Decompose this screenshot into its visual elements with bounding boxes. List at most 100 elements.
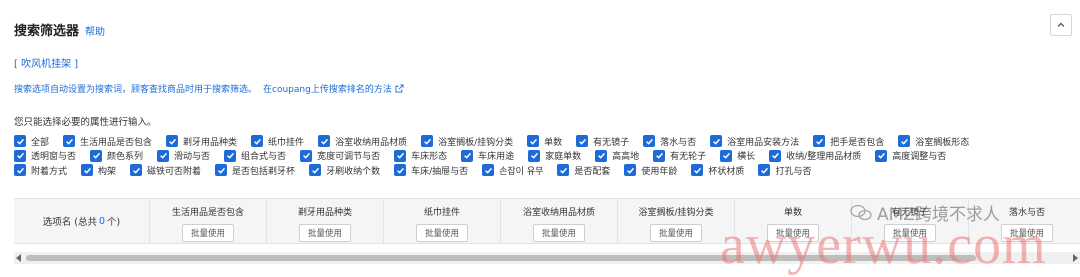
- attribute-checkbox[interactable]: 宽度可调节与否: [300, 149, 380, 163]
- collapse-button[interactable]: [1050, 14, 1072, 36]
- attribute-checkbox[interactable]: 杯状材质: [691, 163, 744, 177]
- checkbox-checked-icon[interactable]: [300, 149, 313, 162]
- attribute-label: 附着方式: [31, 166, 68, 177]
- attribute-checkbox[interactable]: 浴室用品安装方法: [710, 134, 799, 148]
- attribute-checkbox[interactable]: 浴室搁板/挂钩分类: [421, 134, 513, 148]
- checkbox-checked-icon[interactable]: [720, 149, 733, 162]
- column-name: 生活用品是否包含: [171, 208, 244, 218]
- attribute-checkbox[interactable]: 透明窗与否: [14, 149, 76, 163]
- attribute-checkbox[interactable]: 滑动与否: [157, 149, 210, 163]
- attribute-checkbox[interactable]: 全部: [14, 134, 49, 148]
- attribute-checkbox[interactable]: 磁铁可否附着: [130, 163, 201, 177]
- attribute-checkbox[interactable]: 有无镜子: [576, 134, 629, 148]
- attribute-checkbox[interactable]: 附着方式: [14, 163, 67, 177]
- checkbox-checked-icon[interactable]: [166, 135, 179, 148]
- attribute-checkbox[interactable]: 车床形态: [394, 149, 447, 163]
- attribute-checkbox[interactable]: 손잡이 유무: [482, 163, 543, 177]
- checkbox-checked-icon[interactable]: [576, 135, 589, 148]
- checkbox-checked-icon[interactable]: [90, 149, 103, 162]
- option-name-header: 选项名 (总共 0 个): [14, 199, 150, 243]
- checkbox-checked-icon[interactable]: [691, 164, 704, 177]
- checkbox-checked-icon[interactable]: [527, 135, 540, 148]
- attribute-checkbox[interactable]: 落水与否: [643, 134, 696, 148]
- scroll-right-arrow-icon[interactable]: [1073, 254, 1078, 262]
- checkbox-checked-icon[interactable]: [14, 149, 26, 162]
- batch-use-button[interactable]: 批量使用: [649, 224, 702, 242]
- checkbox-checked-icon[interactable]: [813, 135, 826, 148]
- checkbox-checked-icon[interactable]: [309, 164, 322, 177]
- attribute-checkbox[interactable]: 有无轮子: [653, 149, 706, 163]
- checkbox-checked-icon[interactable]: [482, 164, 495, 177]
- checkbox-checked-icon[interactable]: [224, 149, 237, 162]
- attribute-checkbox[interactable]: 纸巾挂件: [251, 134, 304, 148]
- attribute-checkbox[interactable]: 把手是否包含: [813, 134, 884, 148]
- attribute-label: 손잡이 유무: [499, 166, 544, 177]
- attribute-label: 构架: [98, 166, 117, 177]
- attribute-label: 全部: [31, 137, 50, 148]
- checkbox-checked-icon[interactable]: [394, 149, 407, 162]
- option-column-header: 生活用品是否包含批量使用: [150, 199, 267, 243]
- checkbox-checked-icon[interactable]: [653, 149, 666, 162]
- attribute-checkbox[interactable]: 横长: [720, 149, 755, 163]
- attribute-checkbox[interactable]: 牙刷收纳个数: [309, 163, 380, 177]
- attribute-checkbox[interactable]: 使用年龄: [624, 163, 677, 177]
- checkbox-checked-icon[interactable]: [81, 164, 94, 177]
- checkbox-checked-icon[interactable]: [595, 149, 608, 162]
- attribute-checkbox[interactable]: 高高地: [595, 149, 639, 163]
- option-name-label: 选项名 (总共: [42, 217, 97, 228]
- checkbox-checked-icon[interactable]: [318, 135, 331, 148]
- checkbox-checked-icon[interactable]: [421, 135, 434, 148]
- checkbox-checked-icon[interactable]: [215, 164, 228, 177]
- attribute-checkbox[interactable]: 高度调整与否: [875, 149, 946, 163]
- search-hint-text: 搜索选项自动设置为搜索词，顾客查找商品时用于搜索筛选。: [14, 85, 258, 95]
- batch-use-button[interactable]: 批量使用: [298, 224, 351, 242]
- attribute-label: 组合式与否: [241, 152, 287, 163]
- checkbox-checked-icon[interactable]: [461, 149, 474, 162]
- attribute-checkbox[interactable]: 是否配套: [557, 163, 610, 177]
- attribute-checkbox[interactable]: 组合式与否: [224, 149, 286, 163]
- attribute-label: 宽度可调节与否: [317, 152, 381, 163]
- attribute-checkbox[interactable]: 单数: [527, 134, 562, 148]
- attribute-checkbox[interactable]: 打孔与否: [758, 163, 811, 177]
- option-count-suffix: 个): [107, 217, 121, 228]
- attribute-checkbox[interactable]: 生活用品是否包含: [63, 134, 152, 148]
- attribute-label: 落水与否: [660, 137, 697, 148]
- checkbox-checked-icon[interactable]: [394, 164, 407, 177]
- batch-use-button[interactable]: 批量使用: [532, 224, 585, 242]
- attribute-checkbox[interactable]: 家庭单数: [528, 149, 581, 163]
- attribute-checkbox[interactable]: 浴室收纳用品材质: [318, 134, 407, 148]
- checkbox-checked-icon[interactable]: [557, 164, 570, 177]
- page-title: 搜索筛选器: [14, 24, 80, 39]
- scroll-left-arrow-icon[interactable]: [16, 254, 21, 262]
- batch-use-button[interactable]: 批量使用: [415, 224, 468, 242]
- checkbox-checked-icon[interactable]: [14, 135, 26, 148]
- checkbox-checked-icon[interactable]: [898, 135, 911, 148]
- batch-use-button[interactable]: 批量使用: [181, 224, 234, 242]
- checkbox-checked-icon[interactable]: [528, 149, 541, 162]
- attribute-checkbox[interactable]: 构架: [81, 163, 116, 177]
- checkbox-checked-icon[interactable]: [130, 164, 143, 177]
- checkbox-checked-icon[interactable]: [624, 164, 637, 177]
- checkbox-checked-icon[interactable]: [643, 135, 656, 148]
- checkbox-checked-icon[interactable]: [710, 135, 723, 148]
- attribute-checkbox[interactable]: 是否包括剃牙杯: [215, 163, 295, 177]
- attribute-checkbox[interactable]: 颜色系列: [90, 149, 143, 163]
- attribute-checkbox[interactable]: 收纳/整理用品材质: [769, 149, 861, 163]
- checkbox-checked-icon[interactable]: [157, 149, 170, 162]
- attribute-checkbox[interactable]: 浴室搁板形态: [898, 134, 969, 148]
- checkbox-checked-icon[interactable]: [14, 164, 26, 177]
- attribute-label: 车床形态: [411, 152, 448, 163]
- upload-method-link-text: 在coupang上传搜索排名的方法: [263, 85, 392, 95]
- checkbox-checked-icon[interactable]: [63, 135, 76, 148]
- upload-method-link[interactable]: 在coupang上传搜索排名的方法: [263, 82, 404, 95]
- checkbox-checked-icon[interactable]: [251, 135, 264, 148]
- checkbox-checked-icon[interactable]: [875, 149, 888, 162]
- help-link[interactable]: 帮助: [85, 23, 105, 38]
- attribute-checkbox[interactable]: 车床用途: [461, 149, 514, 163]
- category-label: [ 吹风机挂架 ]: [14, 59, 79, 70]
- attribute-row: 全部 生活用品是否包含 剃牙用品种类 纸巾挂件 浴室收纳用品材质 浴室搁板/挂钩分类 单数 有…: [14, 134, 1074, 149]
- attribute-checkbox[interactable]: 车床/抽屉与否: [394, 163, 468, 177]
- checkbox-checked-icon[interactable]: [758, 164, 771, 177]
- attribute-checkbox[interactable]: 剃牙用品种类: [166, 134, 237, 148]
- checkbox-checked-icon[interactable]: [769, 149, 782, 162]
